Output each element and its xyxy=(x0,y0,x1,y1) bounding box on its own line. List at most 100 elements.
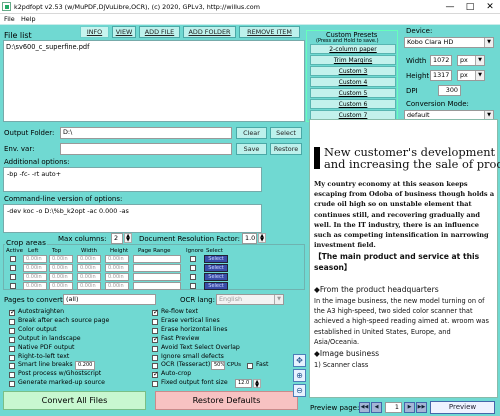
env-var-input[interactable] xyxy=(60,143,232,155)
crop-value-input[interactable]: 0.00in xyxy=(77,255,101,263)
close-button[interactable]: ✕ xyxy=(480,0,500,14)
next-page-icon[interactable]: ▶ xyxy=(404,402,415,413)
zoom-fit-icon[interactable]: ✥ xyxy=(293,354,306,367)
preview-panel[interactable]: New customer's development and increasin… xyxy=(309,119,500,398)
option-checkbox[interactable] xyxy=(9,308,16,316)
file-list-item[interactable]: D:\sv600_c_superfine.pdf xyxy=(6,43,89,52)
crop-value-input[interactable]: 0.00in xyxy=(49,273,73,281)
option-checkbox[interactable] xyxy=(9,381,15,388)
width-unit-select[interactable]: px ▼ xyxy=(457,55,485,66)
view-button[interactable]: VIEW xyxy=(112,26,136,38)
option-checkbox[interactable] xyxy=(9,327,15,334)
preset-5-button[interactable]: Custom 5 xyxy=(310,88,396,98)
max-columns-input[interactable]: 2 xyxy=(111,233,123,244)
device-select[interactable]: Kobo Clara HD ▼ xyxy=(404,37,494,48)
crop-value-input[interactable]: 0.00in xyxy=(49,282,73,290)
preset-4-button[interactable]: Custom 4 xyxy=(310,77,396,87)
crop-value-input[interactable]: 0.00in xyxy=(105,282,129,290)
save-button[interactable]: Save xyxy=(236,143,267,155)
preset-2-button[interactable]: Trim Margins xyxy=(310,55,396,65)
preview-page-input[interactable]: 1 xyxy=(385,402,402,413)
pages-to-convert-input[interactable]: (all) xyxy=(63,294,156,305)
zoom-in-icon[interactable]: ⊕ xyxy=(293,369,306,382)
ocr-cpus-input[interactable]: 50% xyxy=(211,361,225,370)
crop-page-range-input[interactable] xyxy=(133,273,181,281)
preset-6-button[interactable]: Custom 6 xyxy=(310,99,396,109)
preview-button[interactable]: Preview xyxy=(430,401,495,414)
option-checkbox[interactable] xyxy=(9,372,15,379)
add-file-button[interactable]: ADD FILE xyxy=(139,26,180,38)
crop-ignore-checkbox[interactable] xyxy=(190,265,196,271)
crop-value-input[interactable]: 0.00in xyxy=(23,264,47,272)
option-checkbox[interactable] xyxy=(152,318,158,325)
option-checkbox[interactable] xyxy=(152,363,158,370)
first-page-icon[interactable]: ◀◀ xyxy=(359,402,370,413)
crop-active-checkbox[interactable] xyxy=(10,283,16,289)
preset-3-button[interactable]: Custom 3 xyxy=(310,66,396,76)
restore-defaults-button[interactable]: Restore Defaults xyxy=(155,391,298,410)
font-size-stepper[interactable]: ▲ ▼ xyxy=(253,379,261,389)
crop-select-button[interactable]: Select xyxy=(204,282,228,290)
crop-select-button[interactable]: Select xyxy=(204,273,228,281)
ocr-fast-checkbox[interactable] xyxy=(247,363,253,369)
doc-resolution-stepper[interactable]: ▲ ▼ xyxy=(258,233,266,243)
clear-button[interactable]: Clear xyxy=(236,127,267,139)
option-checkbox[interactable] xyxy=(152,327,158,334)
crop-ignore-checkbox[interactable] xyxy=(190,274,196,280)
prev-page-icon[interactable]: ◀ xyxy=(371,402,382,413)
width-input[interactable]: 1072 xyxy=(430,55,452,66)
crop-value-input[interactable]: 0.00in xyxy=(23,255,47,263)
menu-help[interactable]: Help xyxy=(21,15,36,24)
zoom-out-icon[interactable]: ⊖ xyxy=(293,384,306,397)
option-checkbox[interactable] xyxy=(152,345,158,352)
last-page-icon[interactable]: ▶▶ xyxy=(416,402,427,413)
crop-value-input[interactable]: 0.00in xyxy=(49,255,73,263)
info-button[interactable]: INFO xyxy=(80,26,109,38)
menu-file[interactable]: File xyxy=(4,15,15,24)
dpi-input[interactable]: 300 xyxy=(438,85,461,96)
option-checkbox[interactable] xyxy=(152,370,159,379)
file-list-box[interactable]: D:\sv600_c_superfine.pdf xyxy=(3,40,305,122)
restore-button[interactable]: Restore xyxy=(270,143,302,155)
preset-1-button[interactable]: 2-column paper xyxy=(310,44,396,54)
smart-line-breaks-input[interactable]: 0.200 xyxy=(75,361,95,370)
cmdline-box[interactable]: -dev koc -o D:\%b_k2opt -ac 0.000 -as xyxy=(3,204,262,233)
option-checkbox[interactable] xyxy=(9,345,15,352)
crop-value-input[interactable]: 0.00in xyxy=(23,282,47,290)
doc-resolution-input[interactable]: 1.0 xyxy=(242,233,257,244)
crop-value-input[interactable]: 0.00in xyxy=(105,273,129,281)
maximize-button[interactable]: □ xyxy=(460,0,480,14)
option-checkbox[interactable] xyxy=(152,354,158,361)
option-checkbox[interactable] xyxy=(9,336,15,343)
remove-item-button[interactable]: REMOVE ITEM xyxy=(239,26,300,38)
crop-page-range-input[interactable] xyxy=(133,282,181,290)
height-input[interactable]: 1317 xyxy=(430,70,452,81)
convert-all-button[interactable]: Convert All Files xyxy=(3,391,146,410)
option-checkbox[interactable] xyxy=(9,318,15,325)
option-checkbox[interactable] xyxy=(152,335,159,343)
select-output-button[interactable]: Select xyxy=(270,127,302,139)
crop-value-input[interactable]: 0.00in xyxy=(23,273,47,281)
option-checkbox[interactable] xyxy=(9,363,15,370)
crop-page-range-input[interactable] xyxy=(133,255,181,263)
option-checkbox[interactable] xyxy=(152,381,158,388)
crop-active-checkbox[interactable] xyxy=(10,265,16,271)
font-size-input[interactable]: 12.0 xyxy=(235,379,252,388)
crop-value-input[interactable]: 0.00in xyxy=(77,273,101,281)
option-checkbox[interactable] xyxy=(152,308,159,316)
option-checkbox[interactable] xyxy=(9,354,15,361)
crop-value-input[interactable]: 0.00in xyxy=(77,282,101,290)
crop-page-range-input[interactable] xyxy=(133,264,181,272)
crop-active-checkbox[interactable] xyxy=(10,256,16,262)
crop-select-button[interactable]: Select xyxy=(204,255,228,263)
ocr-lang-select[interactable]: English ▼ xyxy=(216,294,284,305)
height-unit-select[interactable]: px ▼ xyxy=(457,70,485,81)
crop-value-input[interactable]: 0.00in xyxy=(77,264,101,272)
crop-value-input[interactable]: 0.00in xyxy=(105,255,129,263)
crop-select-button[interactable]: Select xyxy=(204,264,228,272)
crop-value-input[interactable]: 0.00in xyxy=(105,264,129,272)
additional-options-input[interactable]: -bp -fc- -rt auto+ xyxy=(3,167,262,192)
minimize-button[interactable]: — xyxy=(440,0,460,14)
max-columns-stepper[interactable]: ▲ ▼ xyxy=(124,233,132,243)
crop-ignore-checkbox[interactable] xyxy=(190,283,196,289)
